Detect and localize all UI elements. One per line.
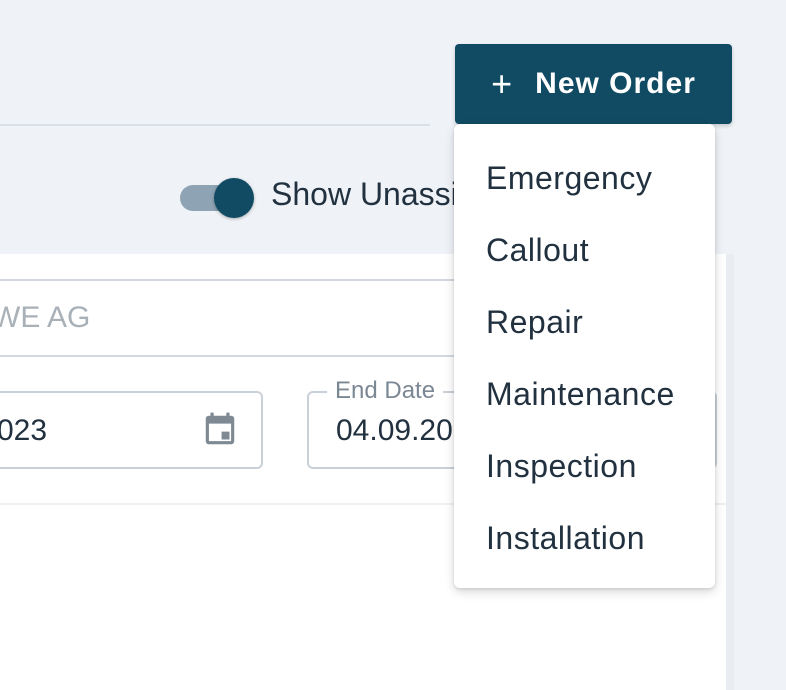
menu-item-maintenance[interactable]: Maintenance	[454, 358, 715, 430]
start-date-value: 023	[0, 414, 48, 447]
calendar-icon[interactable]	[201, 410, 239, 450]
new-order-label: New Order	[535, 67, 696, 100]
header-divider	[0, 124, 430, 126]
company-field-value: WE AG	[0, 301, 91, 334]
new-order-menu: Emergency Callout Repair Maintenance Ins…	[454, 124, 715, 588]
end-date-label: End Date	[327, 377, 444, 405]
new-order-button[interactable]: + New Order	[455, 44, 732, 124]
menu-item-inspection[interactable]: Inspection	[454, 430, 715, 502]
plus-icon: +	[491, 63, 514, 104]
menu-item-installation[interactable]: Installation	[454, 502, 715, 574]
show-unassigned-toggle[interactable]	[178, 178, 254, 218]
menu-item-emergency[interactable]: Emergency	[454, 142, 715, 214]
menu-item-repair[interactable]: Repair	[454, 286, 715, 358]
show-unassigned-label: Show Unassigned	[271, 176, 471, 212]
panel-edge	[726, 254, 734, 690]
toggle-knob	[214, 178, 254, 218]
start-date-field[interactable]: 023	[0, 391, 263, 469]
menu-item-callout[interactable]: Callout	[454, 214, 715, 286]
